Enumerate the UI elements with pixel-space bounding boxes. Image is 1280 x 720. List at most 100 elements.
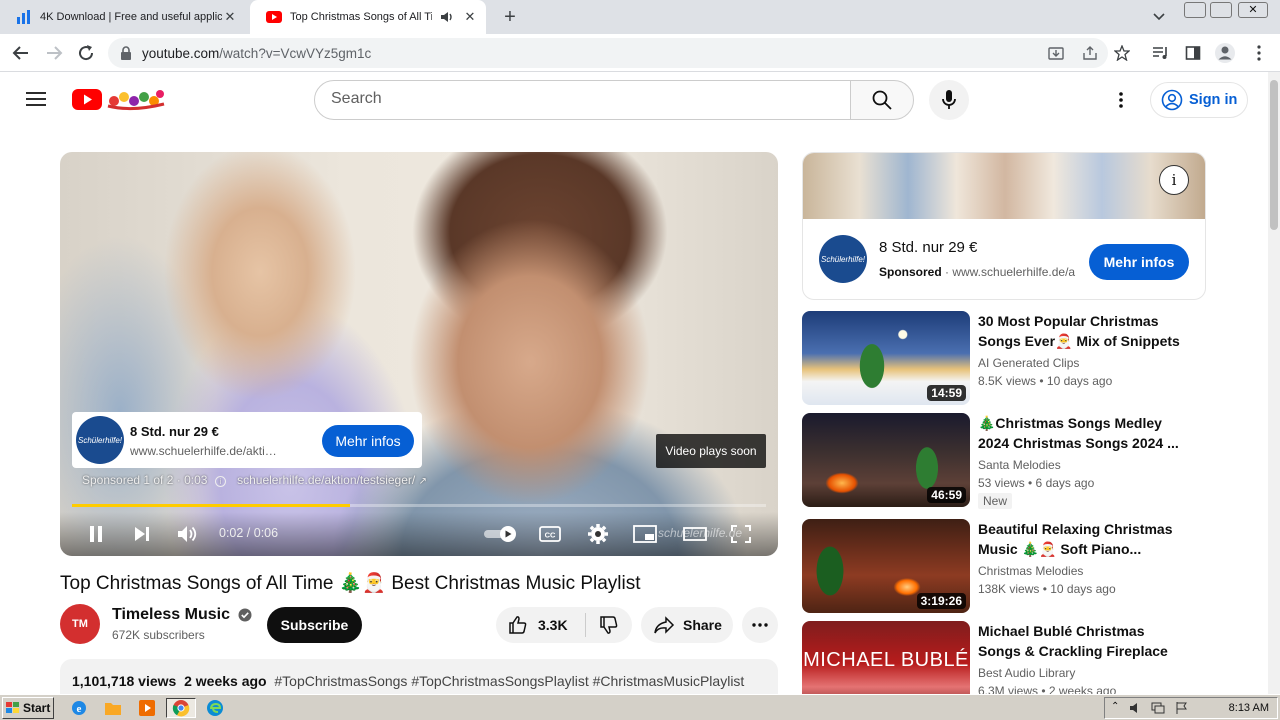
- search-icon: [872, 90, 892, 110]
- hashtags[interactable]: #TopChristmasSongs #TopChristmasSongsPla…: [274, 673, 744, 689]
- address-bar[interactable]: youtube.com/watch?v=VcwVYz5gm1c: [108, 38, 1108, 68]
- channel-name[interactable]: Best Audio Library: [978, 666, 1075, 680]
- youtube-logo[interactable]: [72, 86, 168, 112]
- player-ad-card[interactable]: Schülerhilfe! 8 Std. nur 29 € www.schuel…: [72, 412, 422, 468]
- voice-search-button[interactable]: [929, 80, 969, 120]
- file-explorer-icon[interactable]: [102, 698, 124, 718]
- tab-4k-download[interactable]: 4K Download | Free and useful applic ✕: [0, 0, 246, 34]
- channel-name[interactable]: AI Generated Clips: [978, 356, 1079, 370]
- guide-menu-icon[interactable]: [26, 91, 46, 107]
- progress-fill: [72, 504, 350, 507]
- channel-name[interactable]: Timeless Music: [112, 606, 252, 624]
- install-app-icon[interactable]: [1048, 45, 1064, 61]
- ad-title[interactable]: 8 Std. nur 29 €: [879, 239, 977, 256]
- close-tab-icon[interactable]: ✕: [222, 9, 238, 25]
- media-controls-icon[interactable]: [1149, 41, 1173, 65]
- ad-link[interactable]: schuelerhilfe.de/aktion/testsieger/: [237, 473, 415, 487]
- search-input[interactable]: [331, 90, 831, 108]
- recommendation-item[interactable]: 14:59 30 Most Popular Christmas Songs Ev…: [802, 311, 1206, 405]
- channel-avatar[interactable]: TM: [60, 604, 100, 644]
- ad-info-icon[interactable]: i: [214, 476, 226, 487]
- search-box[interactable]: [314, 80, 851, 120]
- captions-button[interactable]: CC: [534, 520, 566, 548]
- video-title[interactable]: 30 Most Popular Christmas Songs Ever🎅 Mi…: [978, 311, 1188, 351]
- advertiser-logo[interactable]: Schülerhilfe!: [76, 416, 124, 464]
- start-button[interactable]: Start: [2, 697, 54, 719]
- video-metadata: 8.5K views • 10 days ago: [978, 374, 1113, 388]
- media-player-icon[interactable]: [136, 698, 158, 718]
- recommendation-item[interactable]: 3:19:26 Beautiful Relaxing Christmas Mus…: [802, 519, 1206, 613]
- ad-url[interactable]: www.schuelerhilfe.de/a: [952, 265, 1075, 279]
- next-button[interactable]: [126, 520, 158, 548]
- tray-expand-icon[interactable]: ⌃: [1111, 701, 1119, 712]
- recommendation-item[interactable]: 46:59 🎄Christmas Songs Medley 2024 Chris…: [802, 413, 1206, 509]
- reload-button[interactable]: [74, 41, 98, 65]
- tab-youtube[interactable]: Top Christmas Songs of All Time ✕: [250, 0, 486, 34]
- new-tab-button[interactable]: +: [498, 5, 522, 29]
- share-button[interactable]: Share: [641, 607, 733, 643]
- profile-icon[interactable]: [1213, 41, 1237, 65]
- page-scrollbar[interactable]: [1268, 72, 1280, 694]
- like-button[interactable]: 3.3K: [496, 613, 586, 637]
- audio-playing-icon[interactable]: [440, 10, 454, 24]
- ad-title[interactable]: 8 Std. nur 29 €: [130, 424, 219, 439]
- video-duration: 46:59: [927, 487, 966, 503]
- window-minimize-button[interactable]: [1184, 2, 1206, 18]
- video-player[interactable]: Schülerhilfe! 8 Std. nur 29 € www.schuel…: [60, 152, 778, 556]
- scrollbar-thumb[interactable]: [1270, 80, 1278, 230]
- window-maximize-button[interactable]: [1210, 2, 1232, 18]
- channel-name[interactable]: Christmas Melodies: [978, 564, 1083, 578]
- progress-bar[interactable]: [72, 504, 766, 507]
- close-tab-icon[interactable]: ✕: [462, 9, 478, 25]
- browser-menu-icon[interactable]: [1247, 41, 1271, 65]
- volume-button[interactable]: [172, 520, 204, 548]
- advertiser-logo[interactable]: Schülerhilfe!: [819, 235, 867, 283]
- subscribe-button[interactable]: Subscribe: [267, 607, 362, 643]
- ad-banner-image[interactable]: [803, 153, 1205, 219]
- url-text[interactable]: youtube.com/watch?v=VcwVYz5gm1c: [142, 46, 371, 61]
- search-button[interactable]: [850, 80, 914, 120]
- volume-tray-icon[interactable]: [1129, 701, 1143, 715]
- windows-taskbar: Start e ⌃ 8:13 AM: [0, 694, 1280, 720]
- more-actions-button[interactable]: [742, 607, 778, 643]
- autoplay-toggle[interactable]: [480, 520, 520, 548]
- video-title[interactable]: 🎄Christmas Songs Medley 2024 Christmas S…: [978, 413, 1188, 453]
- video-thumbnail[interactable]: 46:59: [802, 413, 970, 507]
- ad-sponsor-line: Sponsored · www.schuelerhilfe.de/a: [879, 265, 1076, 279]
- lock-icon[interactable]: [120, 46, 132, 60]
- time-display: 0:02 / 0:06: [219, 526, 279, 540]
- chrome-icon[interactable]: [166, 698, 196, 718]
- share-arrow-icon: [653, 616, 675, 634]
- sign-in-button[interactable]: Sign in: [1150, 82, 1248, 118]
- tab-search-icon[interactable]: [1152, 10, 1166, 24]
- bookmark-star-icon[interactable]: [1110, 41, 1134, 65]
- fullscreen-button[interactable]: [725, 520, 757, 548]
- video-thumbnail[interactable]: 14:59: [802, 311, 970, 405]
- ad-more-info-button[interactable]: Mehr infos: [322, 425, 414, 457]
- ad-url[interactable]: www.schuelerhilfe.de/aktion/testsieger: [130, 444, 280, 458]
- ad-more-info-button[interactable]: Mehr infos: [1089, 244, 1189, 280]
- forward-button[interactable]: [42, 41, 66, 65]
- miniplayer-button[interactable]: [629, 520, 661, 548]
- theater-mode-button[interactable]: [679, 520, 711, 548]
- channel-name[interactable]: Santa Melodies: [978, 458, 1061, 472]
- back-button[interactable]: [9, 41, 33, 65]
- video-title[interactable]: Beautiful Relaxing Christmas Music 🎄🎅 So…: [978, 519, 1188, 559]
- dislike-button[interactable]: [586, 615, 632, 635]
- edge-icon[interactable]: [204, 698, 226, 718]
- tab-title: 4K Download | Free and useful applic: [40, 11, 222, 23]
- browser-toolbar: youtube.com/watch?v=VcwVYz5gm1c: [0, 34, 1280, 72]
- pause-button[interactable]: [80, 520, 112, 548]
- sidebar-ad[interactable]: i Schülerhilfe! 8 Std. nur 29 € Sponsore…: [802, 152, 1206, 300]
- network-tray-icon[interactable]: [1151, 701, 1165, 715]
- video-thumbnail[interactable]: 3:19:26: [802, 519, 970, 613]
- flag-tray-icon[interactable]: [1175, 701, 1189, 715]
- share-page-icon[interactable]: [1082, 45, 1098, 61]
- side-panel-icon[interactable]: [1181, 41, 1205, 65]
- internet-explorer-icon[interactable]: e: [68, 698, 90, 718]
- ad-info-icon[interactable]: i: [1159, 165, 1189, 195]
- settings-menu-icon[interactable]: [1119, 92, 1123, 108]
- settings-gear-icon[interactable]: [582, 520, 614, 548]
- video-title[interactable]: Michael Bublé Christmas Songs & Cracklin…: [978, 621, 1188, 661]
- window-close-button[interactable]: ✕: [1238, 2, 1268, 18]
